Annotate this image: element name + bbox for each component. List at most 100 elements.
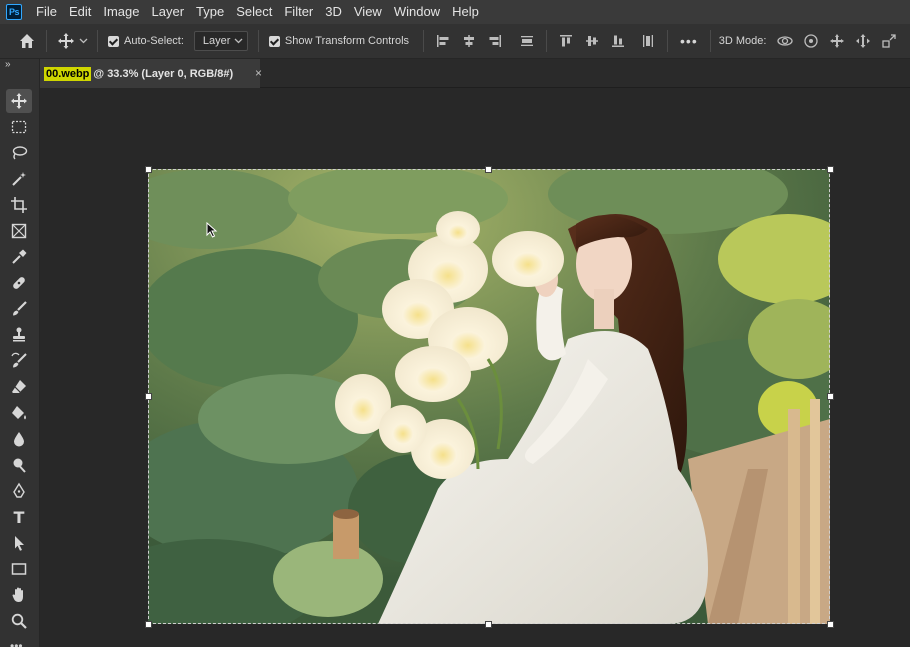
home-icon[interactable] — [14, 28, 40, 54]
show-transform-controls-checkbox[interactable] — [268, 35, 280, 47]
clone-stamp-tool[interactable] — [6, 323, 32, 347]
more-options-button[interactable]: ••• — [674, 33, 704, 49]
eyedropper-icon — [12, 249, 27, 264]
menu-image[interactable]: Image — [97, 0, 145, 24]
align-horizontal-centers-icon[interactable] — [456, 28, 482, 54]
separator — [667, 30, 669, 52]
zoom-tool[interactable] — [6, 609, 32, 633]
distribute-vertical-icon[interactable] — [514, 28, 540, 54]
dodge-tool[interactable] — [6, 453, 32, 477]
menu-edit[interactable]: Edit — [63, 0, 97, 24]
document-info: @ 33.3% (Layer 0, RGB/8#) — [93, 67, 234, 80]
history-brush-icon — [11, 352, 27, 368]
blur-tool[interactable] — [6, 427, 32, 451]
chevron-down-icon[interactable] — [79, 38, 91, 44]
photo-lotus-woman — [148, 169, 830, 624]
auto-select-label: Auto-Select: — [124, 35, 184, 47]
stamp-icon — [13, 327, 25, 342]
rectangle-tool[interactable] — [6, 557, 32, 581]
separator — [546, 30, 548, 52]
align-right-edges-icon[interactable] — [482, 28, 508, 54]
dodge-icon — [13, 458, 26, 473]
edit-toolbar-button[interactable]: ••• — [10, 639, 23, 647]
transform-handle-bottom[interactable] — [485, 621, 492, 628]
transform-handle-top[interactable] — [485, 166, 492, 173]
separator — [46, 30, 47, 52]
menu-file[interactable]: File — [30, 0, 63, 24]
brush-icon — [13, 301, 27, 316]
auto-select-checkbox[interactable] — [108, 35, 119, 47]
eyedropper-tool[interactable] — [6, 245, 32, 269]
transform-handle-top-right[interactable] — [827, 166, 834, 173]
path-selection-icon — [15, 536, 24, 551]
auto-select-target-dropdown[interactable]: Layer — [193, 31, 248, 51]
align-vertical-centers-icon[interactable] — [579, 28, 605, 54]
menu-filter[interactable]: Filter — [278, 0, 319, 24]
document-tab-bar: 00.webp @ 33.3% (Layer 0, RGB/8#) × — [40, 59, 910, 88]
menu-view[interactable]: View — [348, 0, 388, 24]
menu-select[interactable]: Select — [230, 0, 278, 24]
menu-3d[interactable]: 3D — [319, 0, 348, 24]
move-tool[interactable] — [6, 89, 32, 113]
align-top-edges-icon[interactable] — [553, 28, 579, 54]
path-selection-tool[interactable] — [6, 531, 32, 555]
pan-3d-camera-icon[interactable] — [824, 28, 850, 54]
show-transform-controls-label: Show Transform Controls — [284, 35, 410, 47]
collapse-panel-icon[interactable]: » — [5, 59, 11, 70]
separator — [709, 30, 711, 52]
drop-icon — [14, 432, 24, 447]
distribute-horizontal-icon[interactable] — [635, 28, 661, 54]
document-tab[interactable]: 00.webp @ 33.3% (Layer 0, RGB/8#) × — [40, 59, 262, 88]
align-bottom-edges-icon[interactable] — [605, 28, 631, 54]
mouse-cursor-icon — [206, 221, 218, 243]
crop-icon — [11, 197, 27, 213]
transform-handle-bottom-left[interactable] — [145, 621, 152, 628]
options-bar: Auto-Select: Layer Show Transform Contro… — [0, 24, 910, 59]
menu-bar: Ps File Edit Image Layer Type Select Fil… — [0, 0, 910, 24]
magic-wand-icon — [12, 172, 26, 186]
close-icon[interactable]: × — [255, 66, 262, 80]
slide-3d-camera-icon[interactable] — [850, 28, 876, 54]
type-tool[interactable]: T — [6, 505, 32, 529]
tools-panel: » T ••• — [0, 59, 40, 647]
rectangle-icon — [11, 563, 27, 575]
zoom-icon — [11, 613, 27, 629]
paint-bucket-icon — [12, 406, 26, 420]
brush-tool[interactable] — [6, 297, 32, 321]
transform-handle-bottom-right[interactable] — [827, 621, 834, 628]
paint-bucket-tool[interactable] — [6, 401, 32, 425]
rectangular-marquee-tool[interactable] — [6, 115, 32, 139]
transform-handle-right[interactable] — [827, 393, 834, 400]
photoshop-logo: Ps — [6, 4, 22, 20]
roll-3d-camera-icon[interactable] — [798, 28, 824, 54]
document-image[interactable] — [148, 169, 830, 624]
marquee-icon — [11, 120, 27, 134]
align-left-edges-icon[interactable] — [430, 28, 456, 54]
lasso-tool[interactable] — [6, 141, 32, 165]
menu-layer[interactable]: Layer — [146, 0, 191, 24]
transform-handle-left[interactable] — [145, 393, 152, 400]
history-brush-tool[interactable] — [6, 349, 32, 373]
magic-wand-tool[interactable] — [6, 167, 32, 191]
auto-select-target-value: Layer — [202, 35, 231, 47]
eraser-tool[interactable] — [6, 375, 32, 399]
frame-tool[interactable] — [6, 219, 32, 243]
transform-handle-top-left[interactable] — [145, 166, 152, 173]
pen-icon — [13, 482, 25, 498]
orbit-3d-camera-icon[interactable] — [772, 28, 798, 54]
menu-window[interactable]: Window — [388, 0, 446, 24]
move-tool-preset-icon[interactable] — [53, 28, 79, 54]
menu-type[interactable]: Type — [190, 0, 230, 24]
crop-tool[interactable] — [6, 193, 32, 217]
pen-tool[interactable] — [6, 479, 32, 503]
lasso-icon — [12, 146, 28, 160]
frame-icon — [11, 223, 27, 239]
separator — [257, 30, 259, 52]
healing-brush-icon — [13, 277, 25, 289]
hand-tool[interactable] — [6, 583, 32, 607]
spot-healing-brush-tool[interactable] — [6, 271, 32, 295]
menu-help[interactable]: Help — [446, 0, 485, 24]
hand-icon — [12, 587, 23, 602]
scale-3d-camera-icon[interactable] — [876, 28, 902, 54]
separator — [97, 30, 98, 52]
